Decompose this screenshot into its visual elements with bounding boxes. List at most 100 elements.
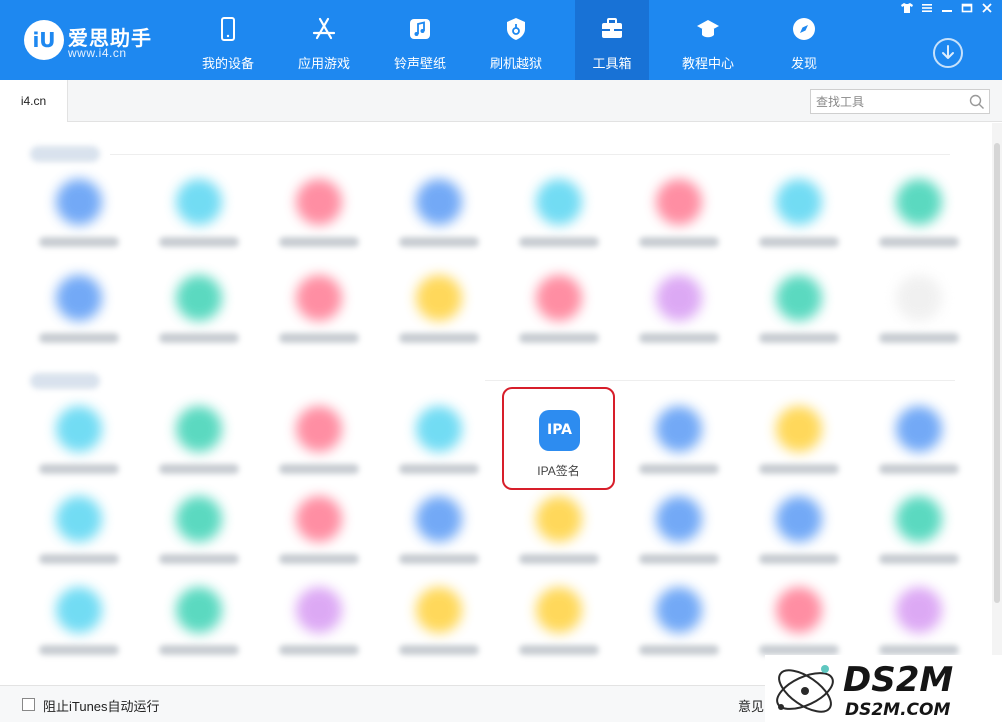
tool-item[interactable] — [504, 275, 614, 355]
tool-label — [639, 645, 719, 655]
tool-item[interactable] — [864, 275, 974, 355]
vertical-scrollbar[interactable] — [992, 123, 1002, 685]
tool-item[interactable] — [24, 406, 134, 486]
nav-label: 刷机越狱 — [489, 56, 542, 71]
search-box — [810, 89, 990, 114]
tool-item[interactable] — [384, 587, 494, 667]
tool-icon — [776, 587, 822, 633]
tool-icon — [776, 275, 822, 321]
maximize-icon[interactable] — [958, 3, 976, 17]
download-button[interactable] — [933, 38, 963, 68]
app-store-icon — [312, 17, 336, 40]
tool-item[interactable] — [624, 179, 734, 259]
app-logo: iU 爱思助手 www.i4.cn — [24, 20, 162, 64]
tool-icon — [176, 275, 222, 321]
tool-item[interactable] — [264, 406, 374, 486]
tool-item[interactable] — [744, 179, 854, 259]
tool-label — [879, 554, 959, 564]
tool-item[interactable] — [624, 275, 734, 355]
tool-item[interactable] — [264, 275, 374, 355]
tool-item[interactable] — [24, 179, 134, 259]
section-header-more-tools — [30, 373, 100, 389]
tool-icon — [536, 179, 582, 225]
tool-item[interactable] — [744, 406, 854, 486]
tool-icon — [656, 275, 702, 321]
tool-item[interactable] — [144, 406, 254, 486]
nav-toolbox[interactable]: 工具箱 — [575, 0, 649, 80]
tool-item[interactable] — [744, 496, 854, 576]
tool-label — [159, 237, 239, 247]
toolbox-content — [0, 123, 992, 685]
tool-label — [759, 645, 839, 655]
tool-label — [159, 333, 239, 343]
nav-ringtones[interactable]: 铃声壁纸 — [372, 0, 468, 80]
nav-apps-games[interactable]: 应用游戏 — [276, 0, 372, 80]
tool-item[interactable] — [24, 496, 134, 576]
nav-my-device[interactable]: 我的设备 — [180, 0, 276, 80]
tool-item[interactable] — [864, 179, 974, 259]
nav-label: 发现 — [790, 56, 817, 71]
search-icon[interactable] — [969, 94, 985, 110]
feedback-link[interactable]: 意见 — [738, 696, 764, 715]
tool-item[interactable] — [24, 587, 134, 667]
tool-item[interactable] — [264, 496, 374, 576]
tool-item[interactable] — [504, 496, 614, 576]
tool-item[interactable] — [624, 587, 734, 667]
scroll-thumb[interactable] — [994, 143, 1000, 603]
tool-icon — [416, 406, 462, 452]
tool-label — [159, 464, 239, 474]
tool-item[interactable] — [144, 179, 254, 259]
tab-bar: i4.cn — [0, 80, 1002, 122]
tool-item[interactable] — [504, 179, 614, 259]
tool-item[interactable] — [384, 406, 494, 486]
tab-i4cn[interactable]: i4.cn — [0, 80, 68, 122]
minimize-icon[interactable] — [938, 3, 956, 17]
shield-icon — [507, 18, 525, 40]
nav-tutorials[interactable]: 教程中心 — [660, 0, 756, 80]
tool-item[interactable] — [624, 406, 734, 486]
tool-label — [399, 464, 479, 474]
tool-item[interactable] — [144, 275, 254, 355]
nav-label: 教程中心 — [681, 56, 734, 71]
tool-item[interactable] — [24, 275, 134, 355]
tool-item[interactable] — [384, 275, 494, 355]
tool-label — [759, 333, 839, 343]
tool-item[interactable] — [864, 496, 974, 576]
section-header-common-tools — [30, 146, 100, 162]
tool-item[interactable] — [624, 496, 734, 576]
tool-item[interactable] — [384, 179, 494, 259]
tool-label — [279, 237, 359, 247]
nav-discover[interactable]: 发现 — [756, 0, 852, 80]
tool-label — [759, 237, 839, 247]
shirt-icon[interactable] — [898, 3, 916, 17]
nav-flash-jailbreak[interactable]: 刷机越狱 — [468, 0, 564, 80]
logo-mark: iU — [24, 20, 64, 60]
section-divider — [110, 154, 950, 155]
tool-item[interactable] — [384, 496, 494, 576]
tool-item[interactable] — [144, 587, 254, 667]
tool-label — [639, 237, 719, 247]
tool-icon — [536, 587, 582, 633]
menu-icon[interactable] — [918, 3, 936, 17]
tool-label — [399, 333, 479, 343]
block-itunes-checkbox[interactable] — [22, 698, 35, 711]
tool-icon — [296, 179, 342, 225]
tool-item[interactable] — [144, 496, 254, 576]
tool-label — [279, 464, 359, 474]
tool-label — [39, 554, 119, 564]
close-icon[interactable] — [978, 3, 996, 17]
tool-icon — [176, 587, 222, 633]
tool-icon — [56, 496, 102, 542]
tool-label — [879, 645, 959, 655]
tool-label — [759, 554, 839, 564]
tool-item[interactable] — [864, 406, 974, 486]
search-input[interactable] — [816, 93, 964, 111]
tool-label — [399, 645, 479, 655]
tool-item[interactable] — [504, 587, 614, 667]
tool-item[interactable] — [744, 275, 854, 355]
tool-icon — [56, 275, 102, 321]
ipa-sign-tool[interactable]: IPA IPA签名 — [502, 387, 615, 490]
tool-item[interactable] — [264, 587, 374, 667]
tool-item[interactable] — [264, 179, 374, 259]
svg-text:DS2M: DS2M — [843, 660, 953, 700]
